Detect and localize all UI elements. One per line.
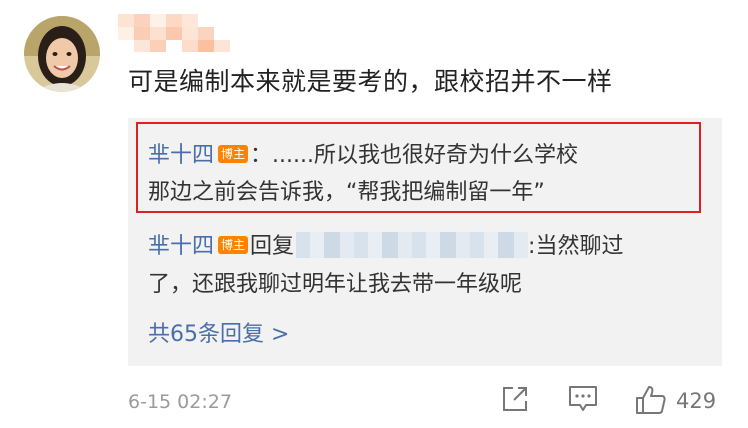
reply-2-line-2: 了，还跟我聊过明年让我去带一年级呢 <box>148 272 523 297</box>
avatar[interactable] <box>24 16 100 92</box>
blurred-username[interactable] <box>296 232 529 258</box>
reply-text: ：......所以我也很好奇为什么学校 <box>250 143 578 168</box>
comment-button[interactable] <box>567 384 599 418</box>
reply-author[interactable]: 芈十四 <box>148 234 214 259</box>
more-replies-link[interactable]: 共65条回复 > <box>148 316 289 348</box>
reply-author[interactable]: 芈十四 <box>148 143 214 168</box>
comment-icon <box>569 386 597 411</box>
reply-1-line-2: 那边之前会告诉我，“帮我把编制留一年” <box>148 180 545 205</box>
comment-text: 可是编制本来就是要考的，跟校招并不一样 <box>128 67 613 96</box>
username-pixelated[interactable] <box>118 14 230 52</box>
timestamp: 6-15 02:27 <box>128 391 232 413</box>
reply-word: 回复 <box>250 234 295 259</box>
reply-1-line-1: 芈十四 博主 ：......所以我也很好奇为什么学校 <box>148 137 578 169</box>
author-badge: 博主 <box>218 145 249 163</box>
like-button[interactable] <box>634 384 668 420</box>
reply-2-line-1: 芈十四 博主 回复 :当然聊过 <box>148 228 623 260</box>
share-icon <box>503 387 527 411</box>
thumbs-up-icon <box>636 386 666 414</box>
reply-text: :当然聊过 <box>528 234 624 259</box>
share-button[interactable] <box>500 384 530 418</box>
author-badge: 博主 <box>218 236 249 254</box>
user-avatar-photo <box>24 16 100 92</box>
like-count: 429 <box>676 389 717 413</box>
